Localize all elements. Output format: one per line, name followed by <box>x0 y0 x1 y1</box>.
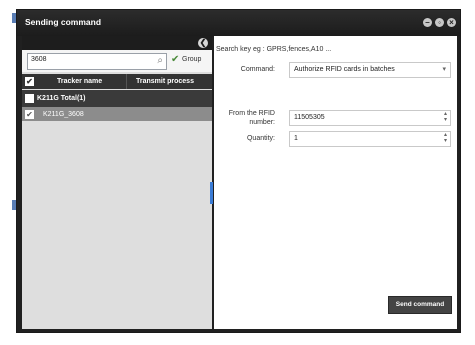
sending-command-dialog: Sending command – ◦ × ❮ 3608 ⌕ ✔ Group ✔… <box>17 10 460 332</box>
quantity-field[interactable]: 1 ▴ ▾ <box>289 131 451 147</box>
search-icon[interactable]: ⌕ <box>157 55 163 67</box>
quantity-value: 1 <box>294 135 298 142</box>
column-divider <box>126 74 127 89</box>
group-row-name: K211G Total(1) <box>37 95 86 102</box>
command-form: Search key eg : GPRS,fences,A10 ... Comm… <box>214 36 457 329</box>
tracker-panel: ❮ 3608 ⌕ ✔ Group ✔ Tracker name Transmit… <box>22 36 212 329</box>
search-hint: Search key eg : GPRS,fences,A10 ... <box>216 46 332 53</box>
quantity-label: Quantity: <box>246 135 275 142</box>
chevron-down-icon: ▾ <box>442 66 446 73</box>
spinner-icon[interactable]: ▴ ▾ <box>444 132 447 144</box>
from-rfid-number-value: 11505305 <box>294 114 325 121</box>
tracker-row-name: K211G_3608 <box>43 111 84 118</box>
from-rfid-number-field[interactable]: 11505305 ▴ ▾ <box>289 110 451 126</box>
dialog-title: Sending command <box>25 17 102 27</box>
tracker-group-row[interactable]: K211G Total(1) <box>22 90 212 107</box>
panel-splitter-handle[interactable] <box>210 182 213 204</box>
tracker-search-input[interactable]: 3608 ⌕ <box>27 53 167 70</box>
group-label: Group <box>182 56 202 63</box>
command-select-value: Authorize RFID cards in batches <box>294 66 395 73</box>
send-command-button[interactable]: Send command <box>388 296 452 314</box>
select-all-checkbox[interactable]: ✔ <box>25 77 34 86</box>
dialog-titlebar[interactable]: Sending command – ◦ × <box>17 10 460 36</box>
from-rfid-label-line2: number: <box>249 119 275 126</box>
column-header-transmit-process[interactable]: Transmit process <box>136 78 194 85</box>
restore-icon[interactable]: ◦ <box>435 18 444 27</box>
search-input-value: 3608 <box>31 56 47 63</box>
collapse-panel-icon[interactable]: ❮ <box>198 38 208 48</box>
tracker-row[interactable]: ✔ K211G_3608 <box>22 107 212 121</box>
tracker-row-checkbox[interactable]: ✔ <box>25 110 34 119</box>
close-icon[interactable]: × <box>447 18 456 27</box>
group-checkbox[interactable]: ✔ <box>171 55 181 65</box>
window-edge-mark <box>12 13 16 23</box>
window-edge-mark <box>12 200 16 210</box>
spinner-icon[interactable]: ▴ ▾ <box>444 111 447 123</box>
from-rfid-label-line1: From the RFID <box>228 110 275 117</box>
panel-collapse-bar: ❮ <box>22 36 212 50</box>
group-row-checkbox[interactable] <box>25 94 34 103</box>
column-header-tracker-name[interactable]: Tracker name <box>57 78 102 85</box>
command-select[interactable]: Authorize RFID cards in batches ▾ <box>289 62 451 78</box>
tracker-table-header: ✔ Tracker name Transmit process <box>22 74 212 89</box>
minimize-icon[interactable]: – <box>423 18 432 27</box>
command-label: Command: <box>240 66 275 73</box>
search-row: 3608 ⌕ ✔ Group <box>22 50 212 72</box>
